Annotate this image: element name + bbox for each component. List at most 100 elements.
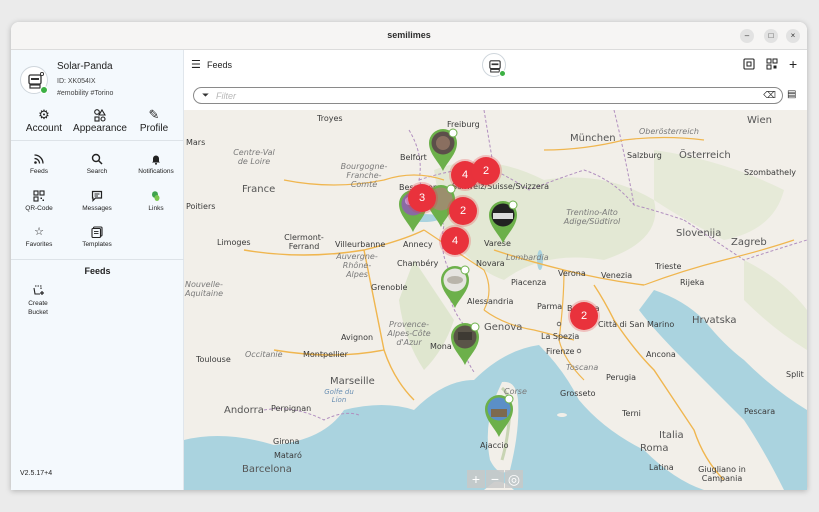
profile-button[interactable]: ✎ Profile — [124, 107, 184, 135]
map-label: Troyes — [317, 114, 343, 123]
map-label: Grosseto — [560, 389, 596, 398]
map-label: Italia — [659, 430, 684, 441]
create-bucket-label: Create Bucket — [28, 300, 48, 316]
nav-feeds[interactable]: Feeds — [11, 153, 67, 175]
map-label: Österreich — [679, 150, 731, 161]
filter-bar: ⏷ ⌫ — [193, 87, 783, 104]
close-button[interactable]: × — [786, 29, 800, 43]
qr-icon — [11, 190, 67, 203]
feed-cluster[interactable]: 3 — [408, 184, 436, 212]
nav-messages[interactable]: Messages — [69, 190, 125, 212]
feed-cluster[interactable]: 2 — [449, 197, 477, 225]
map-label: Poitiers — [186, 202, 216, 211]
nav-label: Search — [86, 168, 108, 175]
map-label: Città di San Marino — [598, 320, 675, 329]
page-title: Feeds — [207, 60, 233, 70]
filter-input[interactable] — [216, 90, 746, 102]
divider — [11, 259, 184, 260]
map-label: Firenze — [546, 347, 575, 356]
map-label: Slovenija — [676, 228, 722, 239]
map-view[interactable]: Troyes Freiburg München Wien Mars Centre… — [184, 110, 807, 490]
map-label: Chambéry — [397, 259, 439, 268]
nav-label: Messages — [82, 205, 112, 212]
profile-name: Solar-Panda — [57, 61, 113, 72]
links-icon — [128, 190, 184, 203]
map-label: Pescara — [744, 407, 776, 416]
map-label: Auvergne-Rhône-Alpes — [336, 252, 378, 279]
nav-search[interactable]: Search — [69, 153, 125, 175]
feed-cluster[interactable]: 2 — [570, 302, 598, 330]
map-label: Barcelona — [242, 464, 292, 475]
map-label: Perpignan — [271, 404, 312, 413]
appearance-button[interactable]: Appearance — [70, 108, 130, 134]
clear-filter-icon[interactable]: ⌫ — [763, 90, 776, 101]
account-label: Account — [25, 123, 63, 134]
qr-scan-icon[interactable] — [766, 58, 778, 73]
map-label: Alessandria — [467, 297, 514, 306]
maximize-button[interactable]: □ — [764, 29, 778, 43]
version-label: V2.5.17+4 — [20, 470, 53, 477]
feed-cluster[interactable]: 2 — [472, 157, 500, 185]
hamburger-menu-icon[interactable]: ☰ — [191, 58, 201, 71]
list-view-icon[interactable]: ▤ — [787, 89, 796, 100]
locate-button[interactable]: ◎ — [505, 470, 523, 488]
nav-favorites[interactable]: ☆ Favorites — [11, 226, 67, 248]
map-label: Ajaccio — [480, 441, 509, 450]
nav-templates[interactable]: Templates — [69, 226, 125, 248]
map-label: Belfort — [400, 153, 427, 162]
search-icon — [69, 153, 125, 166]
map-label: Ancona — [646, 350, 676, 359]
nav-qr-code[interactable]: QR-Code — [11, 190, 67, 212]
feed-pin[interactable] — [447, 320, 483, 366]
map-label: Toulouse — [196, 355, 231, 364]
map-label: Zagreb — [731, 237, 767, 248]
map-label: Novara — [476, 259, 505, 268]
map-label: La Spezia — [541, 332, 580, 341]
map-label: Nouvelle-Aquitaine — [185, 280, 224, 298]
filter-icon: ⏷ — [202, 90, 210, 100]
feeds-section-title: Feeds — [84, 266, 111, 276]
center-avatar[interactable] — [482, 53, 506, 77]
map-label: Centre-Val de Loire — [233, 148, 275, 166]
divider — [11, 140, 184, 141]
map-label: Perugia — [606, 373, 637, 382]
create-bucket-icon — [21, 283, 55, 299]
nav-notifications[interactable]: Notifications — [128, 153, 184, 175]
account-button[interactable]: ⚙ Account — [14, 108, 74, 135]
map-label: Terni — [622, 409, 641, 418]
zoom-out-button[interactable]: − — [486, 470, 504, 488]
avatar[interactable] — [20, 66, 48, 94]
bell-icon — [128, 153, 184, 166]
map-label: Lombardia — [506, 253, 549, 262]
map-label: Andorra — [224, 405, 264, 416]
map-label: Venezia — [601, 271, 633, 280]
scan-icon[interactable] — [743, 58, 755, 73]
feed-pin[interactable] — [481, 392, 517, 438]
main-panel: ☰ Feeds + ⏷ ⌫ ▤ — [184, 50, 807, 490]
nav-label: Favorites — [25, 241, 53, 248]
map-label: Clermont-Ferrand — [284, 233, 324, 251]
map-label: France — [242, 184, 276, 195]
pencil-icon: ✎ — [148, 107, 160, 122]
feed-pin[interactable] — [437, 263, 473, 309]
online-status-dot — [40, 86, 48, 94]
map-label: Szombathely — [744, 168, 797, 177]
minimize-button[interactable]: – — [740, 29, 754, 43]
map-label: Toscana — [566, 363, 599, 372]
map-label: Piacenza — [511, 278, 547, 287]
map-label: Verona — [558, 269, 586, 278]
nav-links[interactable]: Links — [128, 190, 184, 212]
app-window: semilimes – □ × Solar-Panda ID: XK054IX … — [11, 22, 807, 490]
map-label: Annecy — [403, 240, 433, 249]
add-icon[interactable]: + — [789, 56, 797, 72]
map-label: Marseille — [330, 376, 375, 387]
feed-cluster[interactable]: 4 — [441, 227, 469, 255]
map-label: Oberösterreich — [639, 127, 699, 136]
appearance-label: Appearance — [73, 123, 127, 134]
create-bucket-button[interactable]: Create Bucket — [21, 283, 55, 317]
feed-pin[interactable] — [485, 198, 521, 244]
map-label: Grenoble — [371, 283, 408, 292]
map-label: Montpellier — [303, 350, 348, 359]
zoom-in-button[interactable]: + — [467, 470, 485, 488]
profile-id: ID: XK054IX — [57, 78, 96, 85]
